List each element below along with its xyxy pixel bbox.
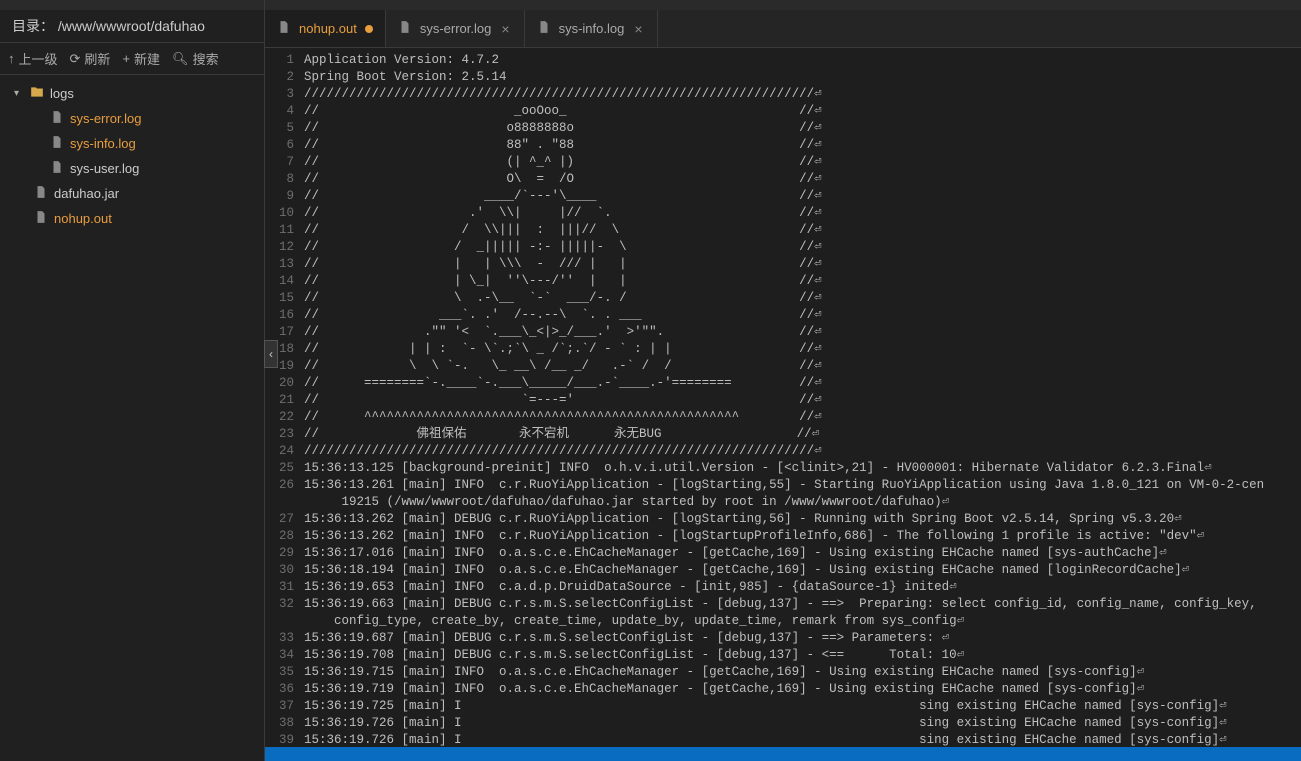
top-strip-main [265,0,1301,10]
refresh-button[interactable]: ⟳ 刷新 [70,49,111,68]
folder-icon [30,85,44,102]
search-label: 搜索 [193,49,219,68]
file-label: dafuhao.jar [54,186,119,201]
close-icon[interactable]: × [499,21,511,37]
file-label: sys-info.log [70,136,136,151]
search-button[interactable]: 🔍︎ 搜索 [172,49,219,68]
file-icon [50,160,64,177]
path-row: 目录： /www/wwwroot/dafuhao [0,10,264,43]
sidebar: 目录： /www/wwwroot/dafuhao ↑ 上一级 ⟳ 刷新 + 新建… [0,0,265,761]
editor[interactable]: 1 2 3 4 5 6 7 8 9 10 11 12 13 14 15 16 1… [265,48,1301,747]
file-icon [537,20,551,37]
file-sys-user[interactable]: sys-user.log [0,156,264,181]
editor-tabs: nohup.out sys-error.log × sys-info.log × [265,10,1301,48]
file-icon [50,110,64,127]
dirty-dot-icon [365,25,373,33]
new-button[interactable]: + 新建 [122,49,160,68]
close-icon[interactable]: × [632,21,644,37]
file-icon [50,135,64,152]
file-tree: ▾ logs sys-error.log sys-info.log sys-us… [0,75,264,237]
path-value: /www/wwwroot/dafuhao [58,18,205,34]
tab-label: sys-info.log [559,21,625,36]
main-area: ‹ nohup.out sys-error.log × sys-info.log… [265,0,1301,761]
file-icon [34,185,48,202]
line-gutter: 1 2 3 4 5 6 7 8 9 10 11 12 13 14 15 16 1… [265,48,304,747]
top-strip [0,0,264,10]
file-nohup-out[interactable]: nohup.out [0,206,264,231]
plus-icon: + [122,51,130,66]
up-label: 上一级 [19,49,58,68]
refresh-label: 刷新 [84,49,110,68]
file-sys-info[interactable]: sys-info.log [0,131,264,156]
path-label: 目录： [12,18,54,34]
refresh-icon: ⟳ [70,51,81,67]
caret-down-icon: ▾ [14,88,24,99]
code-content[interactable]: Application Version: 4.7.2 Spring Boot V… [304,48,1301,747]
status-bar [265,747,1301,761]
chevron-left-icon: ‹ [269,347,273,361]
tab-label: nohup.out [299,21,357,36]
file-icon [277,20,291,37]
tab-sys-info[interactable]: sys-info.log × [525,10,658,47]
up-button[interactable]: ↑ 上一级 [8,49,58,68]
file-icon [398,20,412,37]
new-label: 新建 [134,49,160,68]
file-label: sys-error.log [70,111,142,126]
file-icon [34,210,48,227]
file-label: sys-user.log [70,161,139,176]
tab-label: sys-error.log [420,21,492,36]
up-icon: ↑ [8,51,15,66]
file-sys-error[interactable]: sys-error.log [0,106,264,131]
folder-label: logs [50,86,74,101]
folder-logs[interactable]: ▾ logs [0,81,264,106]
file-dafuhao-jar[interactable]: dafuhao.jar [0,181,264,206]
tab-sys-error[interactable]: sys-error.log × [386,10,525,47]
tab-nohup-out[interactable]: nohup.out [265,10,386,47]
search-icon: 🔍︎ [172,51,189,67]
collapse-handle[interactable]: ‹ [264,340,278,368]
file-label: nohup.out [54,211,112,226]
sidebar-toolbar: ↑ 上一级 ⟳ 刷新 + 新建 🔍︎ 搜索 [0,43,264,75]
